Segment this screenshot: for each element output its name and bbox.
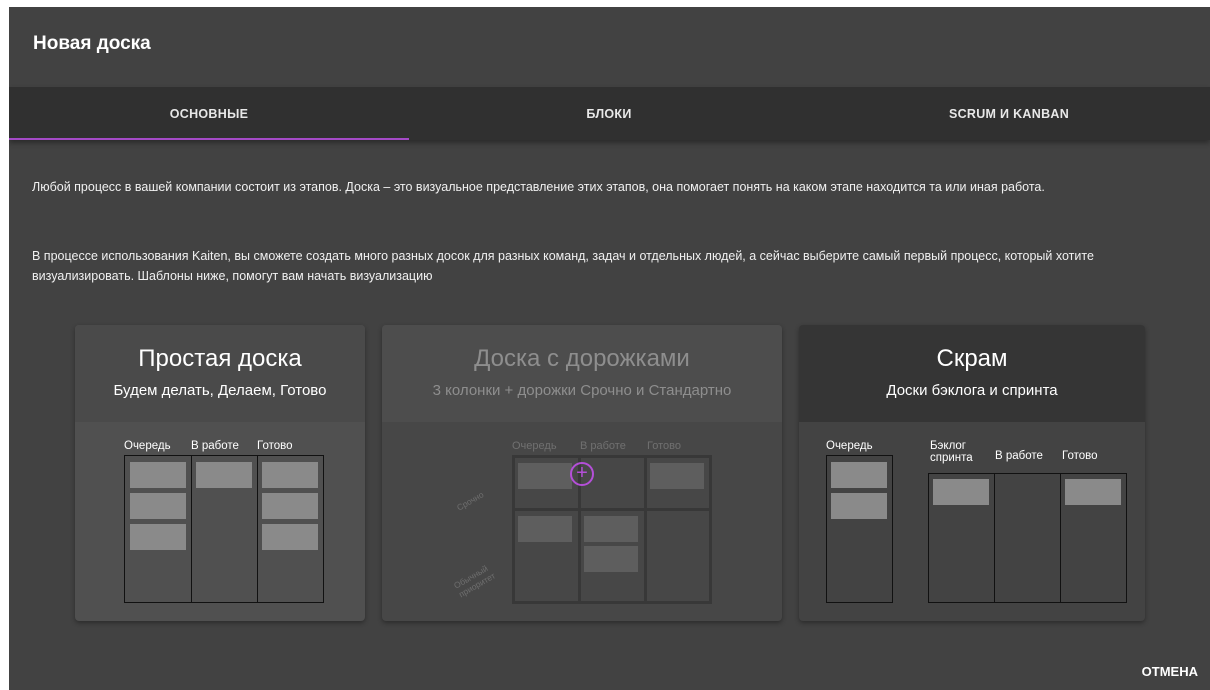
column-divider xyxy=(994,473,995,603)
card-header: Простая доска Будем делать, Делаем, Гото… xyxy=(75,325,365,422)
column-label: Готово xyxy=(647,440,681,452)
dialog-title: Новая доска xyxy=(33,33,151,54)
board-preview: Очередь В работе Готово + Срочно Обычный… xyxy=(382,422,782,621)
grid-line xyxy=(512,508,712,511)
column-label: В работе xyxy=(191,440,239,452)
column-divider xyxy=(257,455,258,603)
tab-basic[interactable]: ОСНОВНЫЕ xyxy=(9,87,409,140)
new-board-dialog: Новая доска ОСНОВНЫЕ БЛОКИ SCRUM И KANBA… xyxy=(9,7,1210,690)
card-title: Простая доска xyxy=(138,345,302,372)
column-label: В работе xyxy=(995,450,1043,462)
board-preview: Очередь В работе Готово xyxy=(75,422,365,621)
card-placeholder xyxy=(262,462,318,488)
tab-blocks[interactable]: БЛОКИ xyxy=(409,87,809,140)
card-placeholder xyxy=(1065,479,1121,505)
column-label: Готово xyxy=(257,440,293,452)
add-plus-icon: + xyxy=(570,462,594,486)
card-placeholder xyxy=(584,546,638,572)
grid-line xyxy=(709,455,712,604)
column-label: Очередь xyxy=(512,440,557,452)
grid-line xyxy=(512,455,515,604)
card-placeholder xyxy=(650,463,704,489)
card-placeholder xyxy=(262,524,318,550)
grid-line xyxy=(512,601,712,604)
description-paragraph-2: В процессе использования Kaiten, вы смож… xyxy=(32,249,1094,283)
card-subtitle: Будем делать, Делаем, Готово xyxy=(113,382,327,399)
column-label: Бэклог спринта xyxy=(930,440,973,464)
card-placeholder xyxy=(518,516,572,542)
lane-label-normal: Обычный приоритет xyxy=(452,563,498,600)
column-label: В работе xyxy=(580,440,626,452)
card-placeholder xyxy=(584,516,638,542)
cancel-button[interactable]: ОТМЕНА xyxy=(1142,664,1198,679)
template-card-lanes-board[interactable]: Доска с дорожками 3 колонки + дорожки Ср… xyxy=(382,325,782,621)
card-placeholder xyxy=(933,479,989,505)
description-paragraph-1: Любой процесс в вашей компании состоит и… xyxy=(32,180,1045,194)
template-card-simple-board[interactable]: Простая доска Будем делать, Делаем, Гото… xyxy=(75,325,365,621)
card-title: Доска с дорожками xyxy=(474,345,690,372)
column-label: Очередь xyxy=(826,440,873,452)
card-placeholder xyxy=(130,493,186,519)
grid-line xyxy=(644,455,647,604)
column-divider xyxy=(1060,473,1061,603)
card-header: Доска с дорожками 3 колонки + дорожки Ср… xyxy=(382,325,782,422)
template-card-scrum[interactable]: Скрам Доски бэклога и спринта Очередь Бэ… xyxy=(799,325,1145,621)
tab-scrum-kanban[interactable]: SCRUM И KANBAN xyxy=(809,87,1209,140)
column-label: Готово xyxy=(1062,450,1098,462)
card-placeholder xyxy=(196,462,252,488)
grid-line xyxy=(512,455,712,458)
card-title: Скрам xyxy=(936,345,1008,372)
card-header: Скрам Доски бэклога и спринта xyxy=(799,325,1145,422)
card-placeholder xyxy=(831,462,887,488)
card-placeholder xyxy=(130,462,186,488)
board-preview: Очередь Бэклог спринта В работе Готово xyxy=(799,422,1145,621)
card-placeholder xyxy=(262,493,318,519)
card-subtitle: Доски бэклога и спринта xyxy=(886,382,1058,399)
card-placeholder xyxy=(518,463,572,489)
card-subtitle: 3 колонки + дорожки Срочно и Стандартно xyxy=(432,382,732,399)
card-placeholder xyxy=(831,493,887,519)
column-label: Очередь xyxy=(124,440,171,452)
tab-bar: ОСНОВНЫЕ БЛОКИ SCRUM И KANBAN xyxy=(9,87,1210,140)
lane-label-urgent: Срочно xyxy=(455,489,486,513)
column-divider xyxy=(191,455,192,603)
card-placeholder xyxy=(130,524,186,550)
